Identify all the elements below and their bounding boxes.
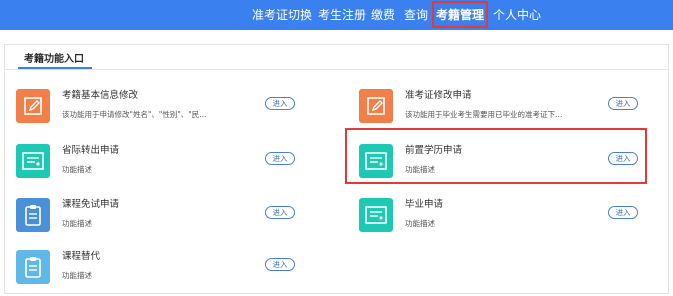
edit-icon (16, 89, 50, 123)
card-title: 省际转出申请 (62, 145, 120, 156)
nav-item-personal-center[interactable]: 个人中心 (493, 8, 541, 22)
enter-button[interactable]: 进入 (265, 97, 295, 110)
card-desc: 功能描述 (62, 165, 92, 174)
card-desc: 功能描述 (405, 219, 435, 228)
nav-item-ticket-switch[interactable]: 准考证切换 (252, 8, 312, 22)
certificate-icon (359, 198, 393, 232)
clipboard-icon (16, 250, 50, 284)
card-desc: 功能描述 (62, 271, 92, 280)
card-course-exemption: 课程免试申请 功能描述 进入 (16, 196, 316, 240)
section-tab-title[interactable]: 考籍功能入口 (24, 50, 84, 65)
clipboard-icon (16, 198, 50, 232)
enter-button[interactable]: 进入 (265, 258, 295, 271)
enter-button[interactable]: 进入 (608, 206, 638, 219)
card-title: 考籍基本信息修改 (62, 90, 139, 101)
card-graduation: 毕业申请 功能描述 进入 (359, 196, 659, 240)
tab-divider (5, 69, 668, 70)
enter-button[interactable]: 进入 (608, 97, 638, 110)
edit-icon (359, 89, 393, 123)
certificate-icon (16, 144, 50, 178)
nav-active-highlight-box (432, 1, 488, 28)
card-desc: 该功能用于毕业考生需要用已毕业的准考证下的... (405, 110, 565, 119)
enter-button[interactable]: 进入 (265, 206, 295, 219)
card-course-substitution: 课程替代 功能描述 进入 (16, 248, 316, 292)
card-title: 课程替代 (62, 251, 101, 262)
enter-button[interactable]: 进入 (265, 152, 295, 165)
card-record-info-modify: 考籍基本信息修改 该功能用于申请修改"姓名"、"性别"、"民... 进入 (16, 87, 316, 131)
nav-item-payment[interactable]: 缴费 (371, 8, 395, 22)
card-title: 准考证修改申请 (405, 90, 472, 101)
nav-item-query[interactable]: 查询 (404, 8, 428, 22)
card-highlight-box (345, 128, 647, 184)
card-desc: 该功能用于申请修改"姓名"、"性别"、"民... (62, 110, 207, 119)
card-ticket-modify: 准考证修改申请 该功能用于毕业考生需要用已毕业的准考证下的... 进入 (359, 87, 659, 131)
card-title: 毕业申请 (405, 199, 444, 210)
card-interprovincial-transfer: 省际转出申请 功能描述 进入 (16, 142, 316, 186)
card-title: 课程免试申请 (62, 199, 120, 210)
nav-item-register[interactable]: 考生注册 (318, 8, 366, 22)
card-desc: 功能描述 (62, 219, 92, 228)
